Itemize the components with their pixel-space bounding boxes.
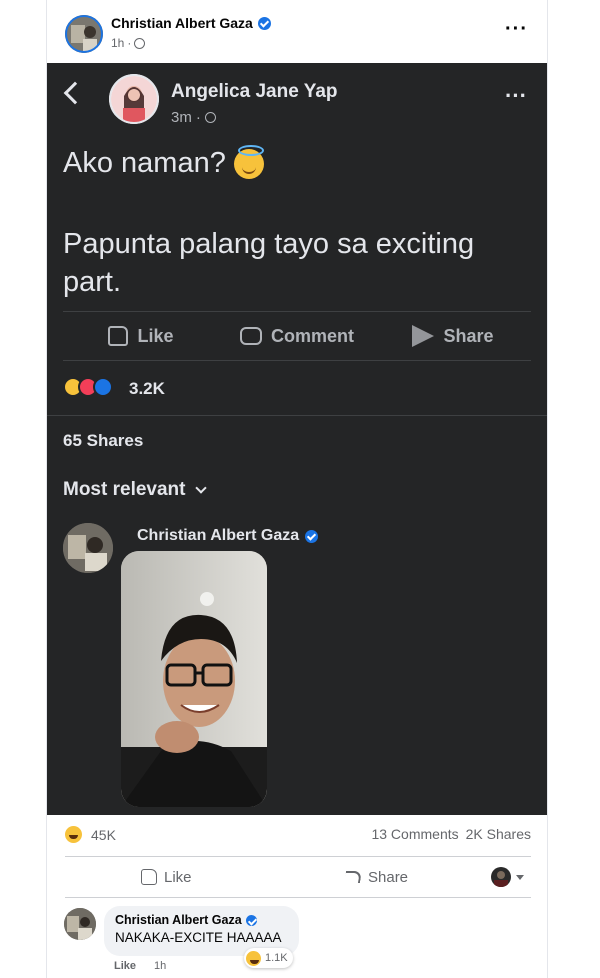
shared-shares-count: 65 Shares — [63, 431, 144, 450]
post-stats: 45K 13 Comments 2K Shares — [65, 826, 531, 846]
sort-relevant: Most relevant — [63, 479, 208, 501]
post-time[interactable]: 1h — [111, 36, 124, 50]
thumbs-up-icon — [141, 869, 157, 885]
haha-reaction-icon — [65, 826, 82, 843]
comments-count[interactable]: 13 Comments — [371, 826, 458, 842]
commenter-avatar — [63, 523, 113, 573]
dropdown-caret-icon — [516, 874, 524, 880]
shared-more-icon: ··· — [505, 83, 527, 108]
divider — [47, 415, 547, 416]
more-options-icon[interactable]: ··· — [505, 18, 528, 41]
shared-comment-action: Comment — [219, 312, 375, 360]
verified-icon — [305, 529, 319, 543]
thumbs-up-icon — [108, 326, 129, 346]
share-button[interactable]: Share — [343, 857, 408, 897]
comment-actions: Like 1h — [114, 960, 166, 972]
shared-reactions — [63, 377, 113, 397]
shared-action-bar: Like Comment Share — [63, 311, 531, 361]
shared-reaction-count: 3.2K — [129, 379, 165, 398]
shared-share-action: Share — [375, 312, 531, 360]
comment-like-link[interactable]: Like — [114, 960, 136, 972]
shared-screenshot: Angelica Jane Yap 3m · ··· Ako naman? Pa… — [47, 63, 547, 815]
post-header: Christian Albert Gaza 1h · ··· — [47, 0, 547, 62]
shared-author-avatar — [109, 74, 159, 124]
comment-time[interactable]: 1h — [154, 960, 166, 972]
back-arrow-icon — [63, 81, 87, 105]
globe-icon — [134, 37, 146, 49]
shared-post-time: 3m — [171, 109, 192, 126]
comment-reactions[interactable]: 1.1K — [244, 948, 293, 968]
shared-author-name: Angelica Jane Yap — [171, 81, 338, 102]
haha-reaction-icon — [246, 950, 261, 966]
shared-post-line1: Ako naman? — [63, 144, 264, 180]
like-button[interactable]: Like — [141, 857, 192, 897]
profile-avatar — [491, 867, 511, 887]
send-icon — [412, 325, 435, 347]
shares-count[interactable]: 2K Shares — [466, 826, 531, 842]
comment-author[interactable]: Christian Albert Gaza — [115, 913, 242, 927]
author-avatar[interactable] — [65, 15, 103, 53]
like-reaction-icon — [93, 377, 113, 397]
angel-emoji-icon — [233, 144, 264, 179]
comment-photo — [121, 551, 267, 807]
verified-icon — [245, 914, 257, 926]
chevron-down-icon — [195, 482, 208, 494]
verified-icon — [257, 16, 271, 30]
shared-like-action: Like — [63, 312, 219, 360]
comment-bubble-icon — [239, 327, 262, 345]
share-arrow-icon — [343, 871, 363, 883]
shared-post-line2: Papunta palang tayo sa exciting part. — [63, 228, 475, 298]
commenter-name: Christian Albert Gaza — [137, 527, 319, 545]
post-action-bar: Like Share — [65, 856, 531, 898]
post-card: Christian Albert Gaza 1h · ··· Angelica … — [46, 0, 548, 978]
globe-icon — [204, 112, 216, 123]
comment-text: NAKAKA-EXCITE HAAAAA — [115, 930, 282, 945]
comment-avatar[interactable] — [64, 908, 96, 940]
audience-selector[interactable] — [491, 857, 524, 897]
author-name[interactable]: Christian Albert Gaza — [111, 15, 253, 31]
reaction-count[interactable]: 45K — [91, 827, 116, 843]
